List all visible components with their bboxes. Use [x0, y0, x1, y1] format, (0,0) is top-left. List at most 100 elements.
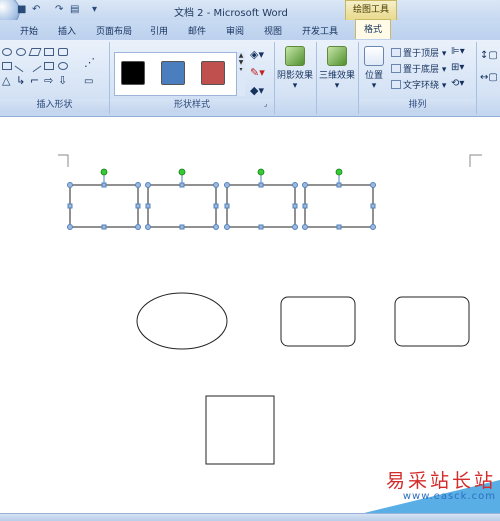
resize-handle[interactable]	[258, 182, 264, 188]
group-shadow-effects: 阴影效果 ▾	[275, 42, 317, 114]
fill-color-icon[interactable]: ◈▾	[250, 48, 264, 61]
resize-handle[interactable]	[224, 224, 230, 230]
down-arrow-shape-icon[interactable]: ⇩	[58, 74, 67, 87]
resize-handle[interactable]	[213, 203, 219, 209]
resize-handle[interactable]	[258, 224, 264, 230]
resize-handle[interactable]	[213, 182, 219, 188]
resize-handle[interactable]	[336, 224, 342, 230]
resize-handle[interactable]	[336, 182, 342, 188]
rounded-rectangle-shape-icon[interactable]	[58, 48, 68, 56]
rotate-handle[interactable]	[178, 168, 186, 176]
resize-handle[interactable]	[179, 182, 185, 188]
rounded-rectangle-shape[interactable]	[394, 296, 470, 347]
rotate-handle[interactable]	[257, 168, 265, 176]
selected-rectangle[interactable]	[145, 168, 219, 230]
oval-shape-icon[interactable]	[2, 48, 12, 56]
resize-handle[interactable]	[302, 203, 308, 209]
resize-handle[interactable]	[292, 182, 298, 188]
ellipse-shape[interactable]	[136, 292, 228, 350]
tab-view[interactable]: 视图	[264, 24, 282, 37]
selected-rectangle[interactable]	[302, 168, 376, 230]
tab-page-layout[interactable]: 页面布局	[96, 24, 132, 37]
shapes-gallery[interactable]: △ ↳ ⌐ ⇨ ⇩	[0, 46, 74, 94]
position-button[interactable]: 位置 ▾	[359, 46, 389, 91]
oval-shape-icon[interactable]	[16, 48, 26, 56]
tab-insert[interactable]: 插入	[58, 24, 76, 37]
edit-points-icon[interactable]: ⋰	[84, 56, 95, 69]
text-box-shape-icon[interactable]	[2, 62, 12, 70]
style-swatch-blue[interactable]	[161, 61, 185, 85]
gallery-scroll[interactable]: ▲ ▼ ▾	[236, 52, 245, 96]
tab-format[interactable]: 格式	[355, 19, 392, 39]
right-arrow-shape-icon[interactable]: ⇨	[44, 74, 53, 87]
text-wrapping-button[interactable]: 文字环绕 ▾	[391, 78, 446, 91]
tab-developer[interactable]: 开发工具	[302, 24, 338, 37]
parallelogram-shape-icon[interactable]	[28, 48, 42, 56]
arrow-shape-icon[interactable]	[28, 59, 42, 73]
resize-handle[interactable]	[135, 224, 141, 230]
resize-handle[interactable]	[135, 182, 141, 188]
print-preview-icon[interactable]: ▤	[70, 4, 79, 15]
change-shape-icon[interactable]: ◆▾	[250, 84, 264, 97]
tab-home[interactable]: 开始	[20, 24, 38, 37]
elbow-shape-icon[interactable]: ⌐	[30, 74, 39, 87]
rotate-handle[interactable]	[335, 168, 343, 176]
resize-handle[interactable]	[135, 203, 141, 209]
rotate-handle[interactable]	[100, 168, 108, 176]
style-swatch-red[interactable]	[201, 61, 225, 85]
rotate-icon[interactable]: ⟲▾	[451, 78, 464, 89]
selected-rectangle[interactable]	[67, 168, 141, 230]
document-page[interactable]	[0, 117, 500, 514]
resize-handle[interactable]	[101, 224, 107, 230]
shape-styles-gallery[interactable]	[114, 52, 242, 96]
resize-handle[interactable]	[101, 182, 107, 188]
tab-references[interactable]: 引用	[150, 24, 168, 37]
rectangle-shape-icon[interactable]	[44, 48, 54, 56]
rounded-rectangle-shape[interactable]	[280, 296, 356, 347]
width-icon[interactable]: ↔▢	[480, 72, 498, 83]
tab-mailings[interactable]: 邮件	[188, 24, 206, 37]
resize-handle[interactable]	[145, 182, 151, 188]
shadow-icon	[285, 46, 305, 66]
3d-effects-button[interactable]: 三维效果 ▾	[317, 46, 357, 91]
resize-handle[interactable]	[302, 224, 308, 230]
resize-handle[interactable]	[224, 182, 230, 188]
rectangle-shape-icon[interactable]	[44, 62, 54, 70]
connector-shape-icon[interactable]: ↳	[16, 74, 25, 87]
send-to-back-button[interactable]: 置于底层 ▾	[391, 62, 446, 75]
resize-handle[interactable]	[224, 203, 230, 209]
outline-color-icon[interactable]: ✎▾	[250, 66, 265, 79]
selected-rectangle[interactable]	[224, 168, 298, 230]
style-swatch-black[interactable]	[121, 61, 145, 85]
group-label-shape-styles: 形状样式	[110, 99, 274, 112]
resize-handle[interactable]	[292, 224, 298, 230]
triangle-shape-icon[interactable]: △	[2, 74, 10, 87]
resize-handle[interactable]	[370, 182, 376, 188]
resize-handle[interactable]	[302, 182, 308, 188]
resize-handle[interactable]	[67, 224, 73, 230]
customize-toolbar-icon[interactable]: ▾	[92, 4, 97, 15]
height-icon[interactable]: ↕▢	[480, 50, 498, 61]
align-icon[interactable]: ⊫▾	[451, 46, 465, 57]
bring-to-front-button[interactable]: 置于顶层 ▾	[391, 46, 446, 59]
resize-handle[interactable]	[145, 224, 151, 230]
circle-shape-icon[interactable]	[58, 62, 68, 70]
dialog-launcher-icon[interactable]: ⌟	[264, 100, 267, 108]
resize-handle[interactable]	[145, 203, 151, 209]
resize-handle[interactable]	[370, 224, 376, 230]
save-icon[interactable]: ■	[17, 4, 26, 15]
resize-handle[interactable]	[292, 203, 298, 209]
group-objects-icon[interactable]: ⊞▾	[451, 62, 464, 73]
tab-review[interactable]: 审阅	[226, 24, 244, 37]
redo-icon[interactable]: ↷	[55, 4, 63, 15]
line-shape-icon[interactable]	[14, 59, 28, 73]
resize-handle[interactable]	[67, 182, 73, 188]
shadow-effects-button[interactable]: 阴影效果 ▾	[275, 46, 315, 91]
resize-handle[interactable]	[213, 224, 219, 230]
resize-handle[interactable]	[67, 203, 73, 209]
undo-icon[interactable]: ↶	[32, 4, 40, 15]
square-shape[interactable]	[205, 395, 275, 465]
text-box-icon[interactable]: ▭	[84, 76, 93, 87]
resize-handle[interactable]	[370, 203, 376, 209]
resize-handle[interactable]	[179, 224, 185, 230]
